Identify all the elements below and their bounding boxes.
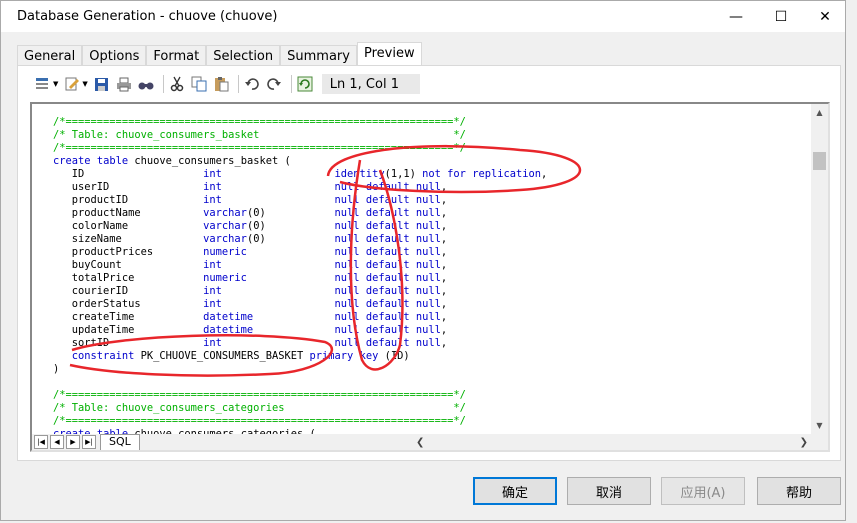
scroll-thumb[interactable] — [813, 152, 826, 170]
editor-bottom-strip: |◀ ◀ ▶ ▶| SQL ❮ ❯ — [32, 433, 828, 450]
code-line: /*======================================… — [53, 142, 466, 154]
toolbar-separator — [290, 75, 292, 93]
horizontal-scrollbar[interactable]: ❮ ❯ — [416, 434, 808, 450]
code-line: ID int identity(1,1) not for replication… — [53, 168, 548, 180]
cursor-position: Ln 1, Col 1 — [321, 74, 420, 94]
code-line: /* Table: chuove_consumers_basket */ — [53, 129, 466, 141]
code-line: constraint PK_CHUOVE_CONSUMERS_BASKET pr… — [71, 350, 410, 362]
code-line: colorName varchar(0) null default null, — [53, 220, 448, 232]
title-bar: Database Generation - chuove (chuove) — … — [1, 1, 845, 32]
scroll-up-icon[interactable]: ▲ — [811, 104, 828, 121]
window-title: Database Generation - chuove (chuove) — [17, 9, 278, 24]
code-line: userID int null default null, — [53, 181, 448, 193]
minimize-button[interactable]: — — [713, 1, 759, 32]
code-line: /* Table: chuove_consumers_categories */ — [53, 402, 466, 414]
code-line: createTime datetime null default null, — [53, 311, 448, 323]
last-tab-icon[interactable]: ▶| — [82, 435, 96, 449]
scroll-down-icon[interactable]: ▼ — [811, 417, 828, 434]
code-line: orderStatus int null default null, — [53, 298, 448, 310]
save-icon[interactable] — [93, 75, 111, 93]
scroll-left-icon[interactable]: ❮ — [416, 437, 424, 448]
code-line: updateTime datetime null default null, — [53, 324, 448, 336]
ok-button[interactable]: 确定 — [473, 477, 557, 505]
code-line: totalPrice numeric null default null, — [53, 272, 448, 284]
toolbar-separator — [162, 75, 164, 93]
refresh-icon[interactable] — [296, 75, 314, 93]
preview-toolbar: ▼ ▼ Ln 1, Col 1 — [34, 72, 420, 96]
database-generation-dialog: Database Generation - chuove (chuove) — … — [0, 0, 846, 521]
help-button[interactable]: 帮助 — [757, 477, 841, 505]
code-line: sortID int null default null, — [53, 337, 448, 349]
next-tab-icon[interactable]: ▶ — [66, 435, 80, 449]
sql-tab[interactable]: SQL — [100, 433, 140, 450]
maximize-icon: ☐ — [774, 8, 788, 25]
close-icon: ✕ — [819, 8, 831, 25]
code-line: productID int null default null, — [53, 194, 448, 206]
paste-icon[interactable] — [212, 75, 230, 93]
tab-strip: General Options Format Selection Summary… — [17, 42, 422, 69]
code-line: courierID int null default null, — [53, 285, 448, 297]
close-button[interactable]: ✕ — [802, 1, 848, 32]
vertical-scrollbar[interactable]: ▲ ▼ — [811, 104, 828, 434]
find-icon[interactable] — [137, 75, 155, 93]
scroll-right-icon[interactable]: ❯ — [800, 437, 808, 448]
redo-icon[interactable] — [265, 75, 283, 93]
code-line: /*======================================… — [53, 389, 466, 401]
code-line: buyCount int null default null, — [53, 259, 448, 271]
insert-icon[interactable] — [34, 75, 52, 93]
code-line: create table chuove_consumers_basket ( — [53, 155, 291, 167]
sql-editor[interactable]: /*======================================… — [30, 102, 830, 452]
undo-icon[interactable] — [243, 75, 261, 93]
cancel-button[interactable]: 取消 — [567, 477, 651, 505]
prev-tab-icon[interactable]: ◀ — [50, 435, 64, 449]
chevron-down-icon[interactable]: ▼ — [82, 80, 87, 88]
apply-button[interactable]: 应用(A) — [661, 477, 745, 505]
code-line: /*======================================… — [53, 415, 466, 427]
code-line: sizeName varchar(0) null default null, — [53, 233, 448, 245]
print-icon[interactable] — [115, 75, 133, 93]
code-line: productPrices numeric null default null, — [53, 246, 448, 258]
minimize-icon: — — [729, 8, 743, 25]
code-line: productName varchar(0) null default null… — [53, 207, 448, 219]
toolbar-separator — [237, 75, 239, 93]
preview-panel: ▼ ▼ Ln 1, Col 1 /*======================… — [17, 65, 841, 461]
chevron-down-icon[interactable]: ▼ — [53, 80, 58, 88]
edit-icon[interactable] — [63, 75, 81, 93]
editor-gutter — [32, 104, 52, 434]
code-line: /*======================================… — [53, 116, 466, 128]
copy-icon[interactable] — [190, 75, 208, 93]
maximize-button[interactable]: ☐ — [758, 1, 804, 32]
sql-code-area[interactable]: /*======================================… — [53, 116, 809, 436]
first-tab-icon[interactable]: |◀ — [34, 435, 48, 449]
cut-icon[interactable] — [168, 75, 186, 93]
code-line: ) — [53, 363, 60, 375]
